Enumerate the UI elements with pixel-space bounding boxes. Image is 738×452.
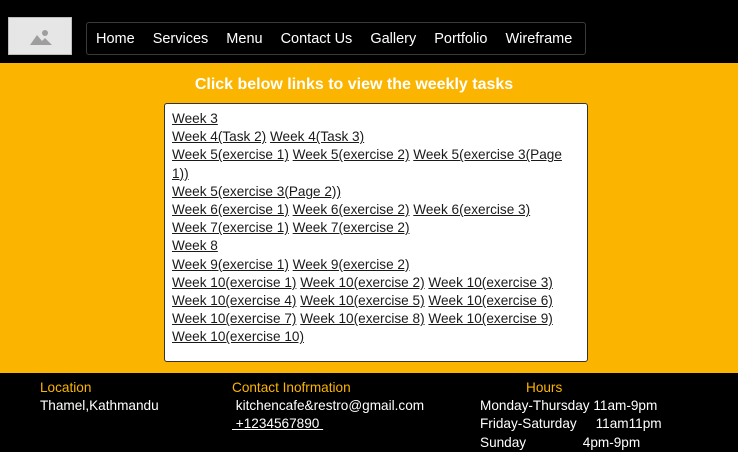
link-week-5-exercise-1[interactable]: Week 5(exercise 1) bbox=[172, 147, 289, 162]
link-week-4-task-3[interactable]: Week 4(Task 3) bbox=[270, 129, 364, 144]
link-week-10-exercise-3[interactable]: Week 10(exercise 3) bbox=[428, 275, 552, 290]
footer-location: Location Thamel,Kathmandu bbox=[40, 379, 159, 415]
weekly-links-box: Week 3 Week 4(Task 2) Week 4(Task 3) Wee… bbox=[164, 103, 588, 362]
image-placeholder-icon bbox=[30, 30, 52, 45]
link-week-10-exercise-5[interactable]: Week 10(exercise 5) bbox=[300, 293, 424, 308]
link-week-10-exercise-2[interactable]: Week 10(exercise 2) bbox=[300, 275, 424, 290]
link-week-10-exercise-7[interactable]: Week 10(exercise 7) bbox=[172, 311, 296, 326]
links-row-week-10: Week 10(exercise 1) Week 10(exercise 2) … bbox=[172, 274, 580, 347]
footer-hours: Hours Monday-Thursday 11am-9pm Friday-Sa… bbox=[480, 379, 662, 452]
link-week-10-exercise-8[interactable]: Week 10(exercise 8) bbox=[300, 311, 424, 326]
link-week-10-exercise-1[interactable]: Week 10(exercise 1) bbox=[172, 275, 296, 290]
link-week-5-exercise-2[interactable]: Week 5(exercise 2) bbox=[293, 147, 410, 162]
link-week-4-task-2[interactable]: Week 4(Task 2) bbox=[172, 129, 266, 144]
link-week-10-exercise-6[interactable]: Week 10(exercise 6) bbox=[428, 293, 552, 308]
nav-services[interactable]: Services bbox=[144, 31, 218, 47]
hours-line-weekday: Monday-Thursday 11am-9pm bbox=[480, 398, 658, 414]
links-row-week-7: Week 7(exercise 1) Week 7(exercise 2) bbox=[172, 219, 580, 237]
nav-portfolio[interactable]: Portfolio bbox=[425, 31, 496, 47]
nav-gallery[interactable]: Gallery bbox=[361, 31, 425, 47]
link-week-6-exercise-3[interactable]: Week 6(exercise 3) bbox=[413, 202, 530, 217]
contact-phone-link[interactable]: +1234567890 bbox=[232, 416, 323, 431]
page-heading: Click below links to view the weekly tas… bbox=[194, 76, 514, 93]
link-week-6-exercise-2[interactable]: Week 6(exercise 2) bbox=[293, 202, 410, 217]
main-content: Click below links to view the weekly tas… bbox=[0, 63, 738, 373]
link-week-10-exercise-9[interactable]: Week 10(exercise 9) bbox=[428, 311, 552, 326]
nav-contact-us[interactable]: Contact Us bbox=[272, 31, 362, 47]
main-nav: Home Services Menu Contact Us Gallery Po… bbox=[86, 22, 587, 55]
footer: Location Thamel,Kathmandu Contact Inofrm… bbox=[0, 373, 738, 452]
nav-home[interactable]: Home bbox=[87, 31, 144, 47]
link-week-9-exercise-1[interactable]: Week 9(exercise 1) bbox=[172, 257, 289, 272]
links-row-week-8: Week 8 bbox=[172, 237, 580, 255]
hours-title: Hours bbox=[526, 380, 563, 395]
hours-line-weekend: Friday-Saturday 11am11pm bbox=[480, 416, 662, 432]
links-row-week-3: Week 3 bbox=[172, 110, 580, 128]
links-row-week-5b: Week 5(exercise 3(Page 2)) bbox=[172, 183, 580, 201]
footer-contact: Contact Inofrmation kitchencafe&restro@g… bbox=[232, 379, 424, 434]
links-row-week-9: Week 9(exercise 1) Week 9(exercise 2) bbox=[172, 256, 580, 274]
link-week-7-exercise-1[interactable]: Week 7(exercise 1) bbox=[172, 220, 289, 235]
links-row-week-6: Week 6(exercise 1) Week 6(exercise 2) We… bbox=[172, 201, 580, 219]
links-row-week-5: Week 5(exercise 1) Week 5(exercise 2) We… bbox=[172, 146, 580, 182]
contact-title: Contact Inofrmation bbox=[232, 380, 351, 395]
location-title: Location bbox=[40, 380, 92, 395]
link-week-7-exercise-2[interactable]: Week 7(exercise 2) bbox=[293, 220, 410, 235]
nav-menu[interactable]: Menu bbox=[217, 31, 271, 47]
link-week-8[interactable]: Week 8 bbox=[172, 238, 218, 253]
link-week-10-exercise-10[interactable]: Week 10(exercise 10) bbox=[172, 329, 304, 344]
links-row-week-4: Week 4(Task 2) Week 4(Task 3) bbox=[172, 128, 580, 146]
header: Home Services Menu Contact Us Gallery Po… bbox=[0, 0, 738, 63]
hours-line-sunday: Sunday 4pm-9pm bbox=[480, 434, 641, 450]
link-week-5-exercise-3-page-2[interactable]: Week 5(exercise 3(Page 2)) bbox=[172, 184, 341, 199]
location-text: Thamel,Kathmandu bbox=[40, 398, 159, 414]
nav-wireframe[interactable]: Wireframe bbox=[496, 31, 581, 47]
link-week-10-exercise-4[interactable]: Week 10(exercise 4) bbox=[172, 293, 296, 308]
link-week-3[interactable]: Week 3 bbox=[172, 111, 218, 126]
link-week-6-exercise-1[interactable]: Week 6(exercise 1) bbox=[172, 202, 289, 217]
contact-email: kitchencafe&restro@gmail.com bbox=[232, 398, 425, 414]
logo-placeholder[interactable] bbox=[8, 17, 72, 55]
link-week-9-exercise-2[interactable]: Week 9(exercise 2) bbox=[293, 257, 410, 272]
